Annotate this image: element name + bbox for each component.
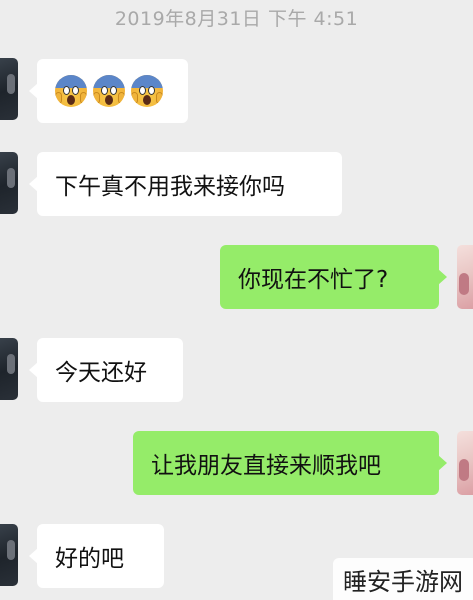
incoming-message-bubble[interactable]: 下午真不用我来接你吗	[29, 152, 342, 216]
incoming-message-bubble[interactable]: 今天还好	[29, 338, 183, 402]
user-avatar[interactable]	[457, 431, 473, 495]
incoming-message-bubble[interactable]: 好的吧	[29, 524, 164, 588]
contact-avatar[interactable]	[0, 58, 18, 120]
emoji-row	[55, 75, 163, 107]
message-text: 让我朋友直接来顺我吧	[151, 453, 381, 479]
screaming-face-emoji-icon	[55, 75, 87, 107]
user-avatar[interactable]	[457, 245, 473, 309]
message-text: 今天还好	[55, 360, 147, 386]
message-text: 好的吧	[55, 546, 124, 572]
chat-window: 2019年8月31日 下午 4:51 下午真不用我来接你吗 你现在不忙了? 今天…	[0, 0, 473, 600]
incoming-message-bubble[interactable]	[29, 59, 188, 123]
message-text: 你现在不忙了?	[238, 267, 389, 293]
contact-avatar[interactable]	[0, 152, 18, 214]
outgoing-message-bubble[interactable]: 让我朋友直接来顺我吧	[133, 431, 447, 495]
contact-avatar[interactable]	[0, 338, 18, 400]
screaming-face-emoji-icon	[131, 75, 163, 107]
screaming-face-emoji-icon	[93, 75, 125, 107]
message-text: 下午真不用我来接你吗	[55, 174, 285, 200]
site-watermark: 睡安手游网	[333, 558, 473, 600]
message-timestamp: 2019年8月31日 下午 4:51	[114, 8, 359, 30]
outgoing-message-bubble[interactable]: 你现在不忙了?	[220, 245, 447, 309]
contact-avatar[interactable]	[0, 524, 18, 586]
